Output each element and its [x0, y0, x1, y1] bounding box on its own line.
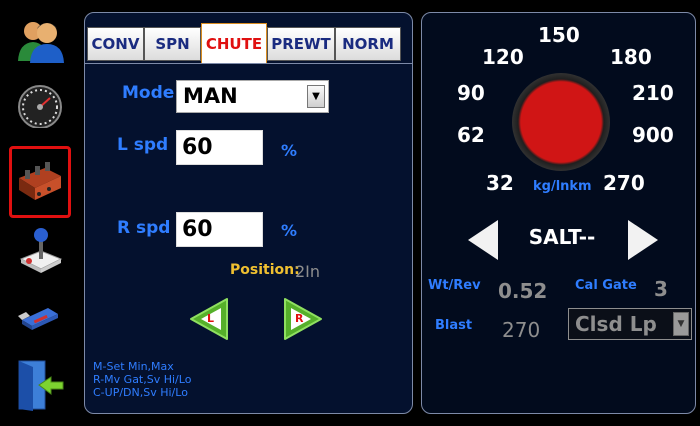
cal-gate-value: 3: [654, 277, 668, 301]
wt-rev-label: Wt/Rev: [428, 278, 481, 293]
mode-label: Mode: [122, 83, 175, 103]
chute-panel: CONV SPN CHUTE PREWT NORM Mode MAN ▼ L s…: [84, 12, 413, 414]
l-spd-label: L spd: [117, 135, 169, 155]
help-line-1: M-Set Min,Max: [93, 360, 174, 373]
dial-label-90[interactable]: 90: [457, 81, 485, 105]
l-spd-unit: %: [281, 141, 298, 160]
cal-gate-label: Cal Gate: [575, 278, 637, 293]
dial-label-150[interactable]: 150: [538, 23, 580, 47]
tab-chute[interactable]: CHUTE: [201, 23, 267, 63]
blast-label: Blast: [435, 318, 473, 333]
dial-label-32[interactable]: 32: [486, 171, 514, 195]
r-spd-unit: %: [281, 221, 298, 240]
chevron-down-icon[interactable]: ▼: [307, 85, 325, 108]
left-button-label: L: [207, 312, 215, 325]
chevron-down-icon[interactable]: ▼: [673, 312, 689, 336]
usb-button[interactable]: [10, 286, 70, 346]
joystick-icon: [19, 228, 63, 273]
dial-label-900[interactable]: 900: [632, 123, 674, 147]
speedometer-icon: [18, 85, 62, 128]
usb-drive-icon: [18, 308, 58, 330]
dial-label-62[interactable]: 62: [457, 123, 485, 147]
triangle-left-icon: [468, 220, 498, 260]
move-right-button[interactable]: R: [279, 296, 325, 342]
dial-label-270[interactable]: 270: [603, 171, 645, 195]
tab-spn[interactable]: SPN: [144, 27, 201, 61]
exit-button[interactable]: [10, 355, 70, 415]
tab-prewt[interactable]: PREWT: [267, 27, 335, 61]
help-line-2: R-Mv Gat,Sv Hi/Lo: [93, 373, 192, 386]
move-left-button[interactable]: L: [187, 296, 233, 342]
triangle-right-icon: [628, 220, 658, 260]
position-label: Position:: [230, 262, 300, 278]
dial-label-120[interactable]: 120: [482, 45, 524, 69]
user-button[interactable]: [10, 10, 70, 70]
material-name: SALT--: [528, 225, 596, 249]
exit-door-icon: [18, 360, 64, 411]
user-icon: [18, 22, 64, 63]
valve-block-icon: [19, 162, 61, 200]
joystick-button[interactable]: [10, 220, 70, 280]
help-line-3: C-UP/DN,Sv Hi/Lo: [93, 386, 188, 399]
tab-norm[interactable]: NORM: [335, 27, 401, 61]
r-spd-label: R spd: [117, 218, 171, 238]
tab-bar: CONV SPN CHUTE PREWT NORM: [85, 23, 414, 63]
tab-conv[interactable]: CONV: [87, 27, 144, 61]
blast-mode-select[interactable]: Clsd Lp ▼: [568, 308, 692, 340]
mode-value: MAN: [183, 84, 238, 108]
valve-block-button[interactable]: [9, 146, 71, 218]
wt-rev-value: 0.52: [498, 279, 548, 303]
right-button-label: R: [295, 312, 304, 325]
l-spd-field[interactable]: 60: [176, 130, 263, 165]
rate-unit: kg/lnkm: [533, 179, 592, 194]
tab-divider: [85, 63, 412, 64]
blast-value: 270: [502, 318, 541, 342]
dial-label-180[interactable]: 180: [610, 45, 652, 69]
r-spd-field[interactable]: 60: [176, 212, 263, 247]
dashboard-button[interactable]: [10, 75, 70, 135]
rate-knob[interactable]: [512, 73, 610, 171]
blast-mode-value: Clsd Lp: [575, 312, 657, 336]
mode-select[interactable]: MAN ▼: [176, 80, 329, 113]
material-prev-button[interactable]: [466, 218, 500, 262]
material-next-button[interactable]: [626, 218, 660, 262]
spread-rate-panel: 150 120 180 90 210 62 900 32 270 kg/lnkm…: [421, 12, 696, 414]
dial-label-210[interactable]: 210: [632, 81, 674, 105]
position-value: 2In: [295, 262, 321, 281]
